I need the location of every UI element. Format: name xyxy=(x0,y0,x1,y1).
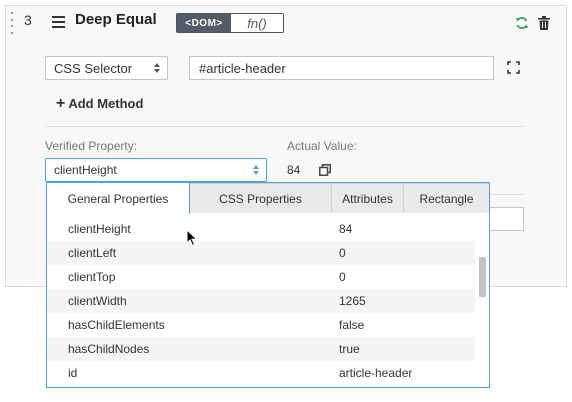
tab-general-properties[interactable]: General Properties xyxy=(47,183,190,214)
property-value: true xyxy=(339,342,360,356)
list-item[interactable]: clientWidth 1265 xyxy=(47,289,475,313)
selector-type-select[interactable]: CSS Selector xyxy=(45,56,168,80)
selector-input[interactable]: #article-header xyxy=(189,56,494,80)
refresh-icon[interactable] xyxy=(515,16,529,30)
selector-value: #article-header xyxy=(199,60,286,76)
tab-rectangle[interactable]: Rectangle xyxy=(404,183,489,213)
property-name: hasChildNodes xyxy=(68,342,150,356)
property-name: clientWidth xyxy=(68,294,127,308)
verified-property-value: clientHeight xyxy=(54,163,117,177)
tab-css-properties[interactable]: CSS Properties xyxy=(190,183,332,213)
dropdown-scrollbar[interactable] xyxy=(479,257,486,297)
property-list: clientHeight 84 clientLeft 0 clientTop 0 cl… xyxy=(47,217,475,385)
property-value: 0 xyxy=(339,246,346,260)
mouse-cursor-icon xyxy=(186,229,198,247)
tab-attributes[interactable]: Attributes xyxy=(332,183,404,213)
actual-value-label: Actual Value: xyxy=(287,139,357,153)
property-name: hasChildElements xyxy=(68,318,165,332)
list-item[interactable]: hasChildNodes true xyxy=(47,337,475,361)
drag-handle-icon[interactable] xyxy=(11,12,15,34)
section-divider xyxy=(490,194,524,195)
plus-icon: + xyxy=(56,95,66,112)
step-title: Deep Equal xyxy=(75,11,157,28)
property-value: 84 xyxy=(339,222,353,236)
property-name: id xyxy=(68,366,78,380)
add-method-label: Add Method xyxy=(68,96,144,111)
property-name: clientTop xyxy=(68,270,116,284)
section-divider xyxy=(45,126,524,127)
select-arrows-icon xyxy=(154,63,160,73)
dom-mode-button[interactable]: <DOM> xyxy=(177,14,231,32)
select-arrows-icon xyxy=(253,165,259,175)
function-mode-button[interactable]: fn() xyxy=(231,14,283,32)
reorder-icon[interactable] xyxy=(52,16,65,31)
property-name: clientLeft xyxy=(68,246,117,260)
add-method-button[interactable]: + Add Method xyxy=(56,95,144,112)
property-value: false xyxy=(339,318,365,332)
copy-icon[interactable] xyxy=(319,164,331,176)
selector-type-value: CSS Selector xyxy=(54,60,133,76)
property-tabs: General Properties CSS Properties Attrib… xyxy=(47,183,489,214)
list-item[interactable]: clientLeft 0 xyxy=(47,241,475,265)
step-number: 3 xyxy=(24,12,32,28)
actual-value: 84 xyxy=(287,163,301,177)
property-value: 1265 xyxy=(339,294,366,308)
list-item[interactable]: id article-header xyxy=(47,361,475,385)
list-item[interactable]: clientHeight 84 xyxy=(47,217,475,241)
property-dropdown: General Properties CSS Properties Attrib… xyxy=(46,182,490,388)
expand-icon[interactable] xyxy=(507,61,520,74)
verified-property-select[interactable]: clientHeight xyxy=(45,158,267,182)
property-value: 0 xyxy=(339,270,346,284)
property-value: article-header xyxy=(339,366,413,380)
list-item[interactable]: clientTop 0 xyxy=(47,265,475,289)
expected-value-input[interactable] xyxy=(490,207,524,231)
mode-toggle: <DOM> fn() xyxy=(176,13,284,33)
list-item[interactable]: hasChildElements false xyxy=(47,313,475,337)
verified-property-label: Verified Property: xyxy=(45,139,138,153)
trash-icon[interactable] xyxy=(538,16,550,30)
